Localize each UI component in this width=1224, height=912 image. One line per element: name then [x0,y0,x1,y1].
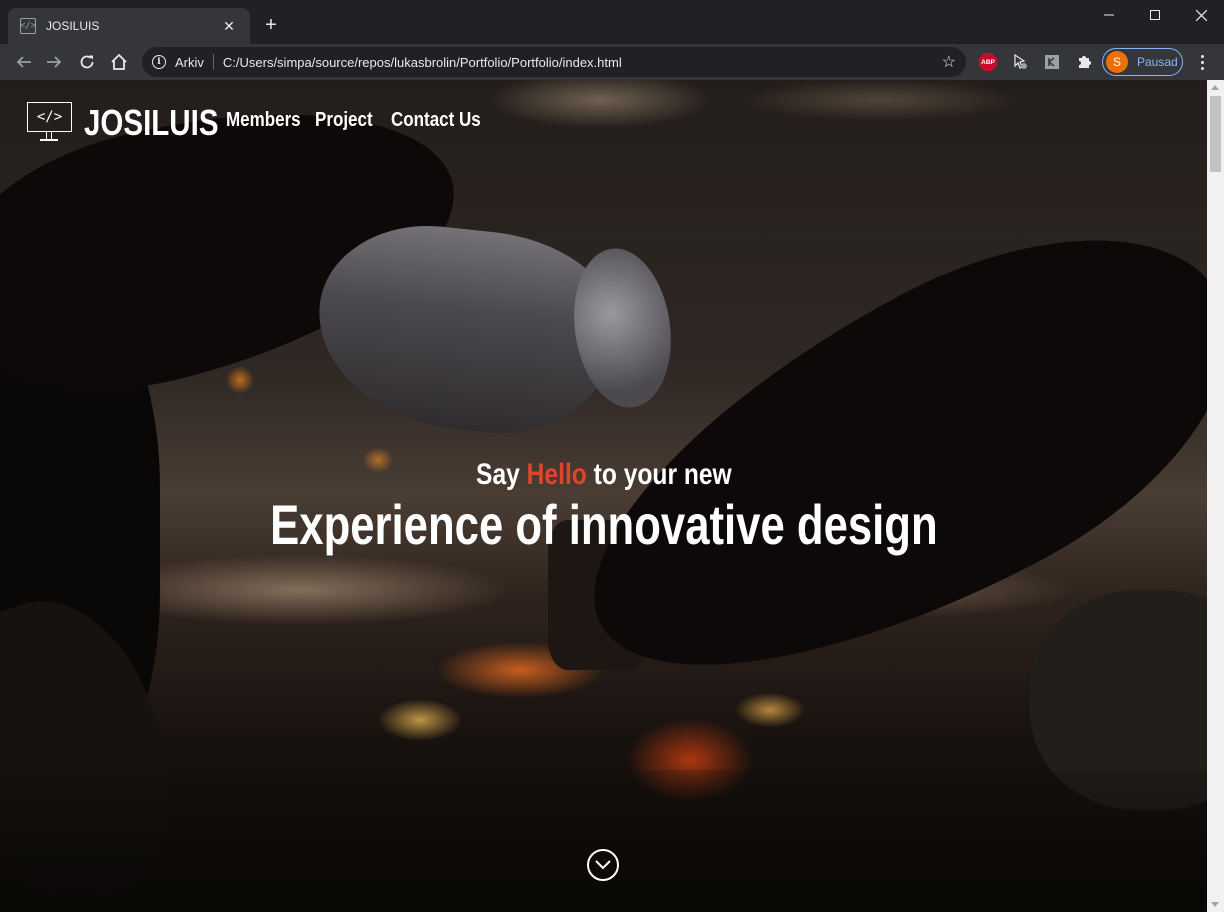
scroll-down-arrow-icon[interactable] [1211,902,1219,907]
arrow-left-icon [16,56,31,68]
security-label: Arkiv [175,54,204,70]
omnibox-divider [212,54,214,70]
url-text[interactable]: C:/Users/simpa/source/repos/lukasbrolin/… [223,55,942,70]
adblock-plus-icon: ABP [979,53,997,71]
bookmark-star-icon[interactable]: ☆ [942,52,956,72]
extensions-button[interactable] [1072,50,1096,74]
maximize-icon [1150,10,1160,20]
reload-icon [80,55,94,69]
address-bar[interactable]: i Arkiv C:/Users/simpa/source/repos/luka… [142,47,966,77]
hero-highlight: Hello [526,458,587,491]
maximize-button[interactable] [1132,0,1178,30]
page-scrollbar[interactable] [1207,80,1224,912]
reload-button[interactable] [71,46,103,78]
scrollbar-thumb[interactable] [1210,96,1221,172]
close-icon [1195,9,1207,21]
minimize-icon [1104,14,1114,16]
scroll-down-button[interactable] [587,849,619,881]
site-navbar: </> JOSILUIS Members Project Contact Us [26,102,481,144]
more-menu-icon[interactable] [1192,52,1212,72]
avatar: S [1106,51,1128,73]
profile-status: Pausad [1137,55,1178,69]
home-icon [111,53,127,70]
code-file-icon: </> [20,18,36,34]
minimize-button[interactable] [1086,0,1132,30]
arrow-right-icon [47,56,62,68]
scroll-up-arrow-icon[interactable] [1211,85,1219,90]
adblock-plus-button[interactable]: ABP [976,50,1000,74]
monitor-code-icon[interactable]: </> [26,102,74,144]
page-viewport: </> JOSILUIS Members Project Contact Us … [0,80,1207,912]
profile-button[interactable]: S Pausad [1102,48,1183,76]
forward-button[interactable] [38,46,70,78]
chevron-down-icon [595,860,611,870]
nav-link-project[interactable]: Project [315,109,373,132]
browser-toolbar: i Arkiv C:/Users/simpa/source/repos/luka… [0,44,1224,80]
nav-link-members[interactable]: Members [226,109,301,132]
site-brand[interactable]: JOSILUIS [84,102,219,144]
close-window-button[interactable] [1178,0,1224,30]
tab-close-icon[interactable]: ✕ [220,18,238,35]
hero-subtitle: Say Hello to your new [475,458,732,491]
new-tab-button[interactable]: + [260,14,282,36]
translate-extension-button[interactable] [1040,50,1064,74]
back-button[interactable] [8,46,40,78]
cursor-extension-button[interactable] [1008,50,1032,74]
home-button[interactable] [103,46,135,78]
puzzle-extensions-icon [1079,56,1091,68]
nav-links: Members Project Contact Us [226,109,497,132]
browser-tab[interactable]: </> JOSILUIS ✕ [8,8,250,44]
translate-extension-icon [1045,55,1059,69]
tab-title: JOSILUIS [46,19,100,33]
info-icon[interactable]: i [152,55,166,69]
nav-link-contact-us[interactable]: Contact Us [391,109,481,132]
browser-titlebar: </> JOSILUIS ✕ + [0,0,1224,44]
window-controls [1086,0,1224,30]
hero-title: Experience of innovative design [269,493,938,556]
cursor-extension-icon [1014,54,1027,69]
